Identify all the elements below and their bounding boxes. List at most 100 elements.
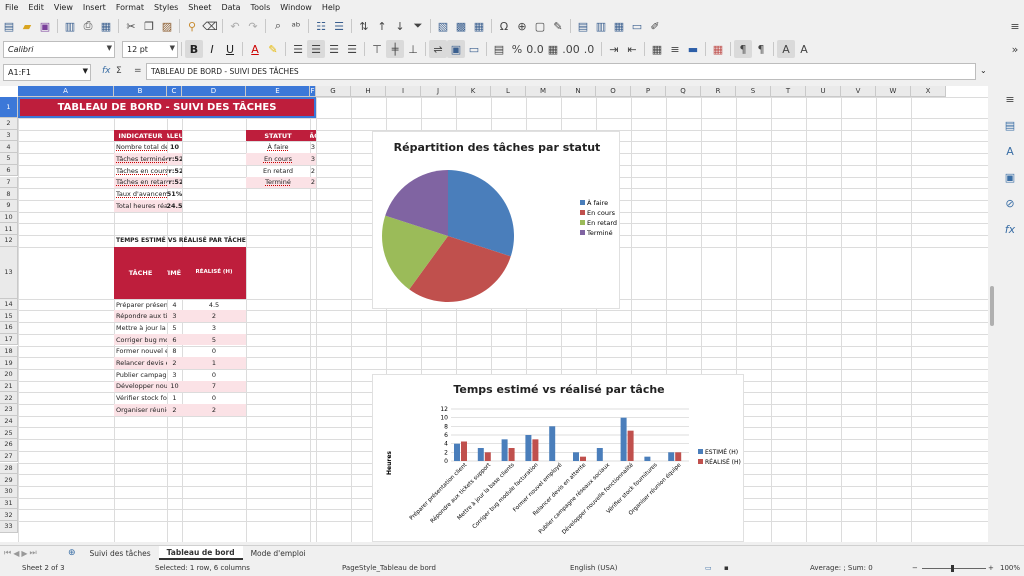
- text-ltr-icon[interactable]: ¶: [734, 40, 752, 58]
- row-header[interactable]: 10: [0, 211, 18, 224]
- row-header[interactable]: 28: [0, 462, 18, 475]
- zoom-out-icon[interactable]: −: [912, 564, 918, 572]
- task-name[interactable]: Répondre aux tickets support: [114, 310, 167, 323]
- delete-decimal-icon[interactable]: .0: [580, 40, 598, 58]
- task-name[interactable]: Former nouvel employé: [114, 346, 167, 358]
- tab-tableau-de-bord[interactable]: Tableau de bord: [158, 546, 243, 560]
- row-header[interactable]: 5: [0, 153, 18, 165]
- status-value[interactable]: 2: [310, 176, 316, 189]
- justify-icon[interactable]: ☰: [343, 40, 361, 58]
- bar[interactable]: [644, 456, 651, 461]
- column-header[interactable]: K: [456, 86, 491, 97]
- styles-icon[interactable]: A: [1001, 142, 1019, 160]
- menu-item[interactable]: Format: [111, 3, 149, 12]
- kpi-value[interactable]: Err:522: [167, 176, 182, 189]
- row-header[interactable]: 20: [0, 368, 18, 381]
- bar[interactable]: [573, 452, 579, 461]
- kpi-value[interactable]: 10: [167, 141, 182, 153]
- task-name[interactable]: Mettre à jour la base clients: [114, 322, 167, 334]
- clone-formatting-icon[interactable]: ⚲: [183, 17, 201, 35]
- font-name-combo[interactable]: Calibri ▼: [3, 40, 115, 58]
- row-header[interactable]: 13: [0, 246, 18, 299]
- row-header[interactable]: 16: [0, 322, 18, 334]
- row-header[interactable]: 29: [0, 474, 18, 486]
- text-rtl-icon[interactable]: ¶: [752, 40, 770, 58]
- menu-item[interactable]: File: [0, 3, 23, 12]
- copy-icon[interactable]: ❐: [140, 17, 158, 35]
- task-actual[interactable]: 2: [182, 404, 246, 416]
- last-sheet-icon[interactable]: ⏭: [30, 548, 37, 558]
- task-estimate[interactable]: 3: [167, 369, 182, 381]
- find-replace-icon[interactable]: ⌕: [269, 17, 287, 35]
- task-estimate[interactable]: 4: [167, 299, 182, 311]
- font-size-combo[interactable]: 12 pt ▼: [122, 40, 178, 58]
- status-value[interactable]: 3: [310, 141, 316, 153]
- task-actual[interactable]: 1: [182, 357, 246, 369]
- define-print-area-icon[interactable]: ▥: [592, 17, 610, 35]
- task-name[interactable]: Relancer devis en attente: [114, 357, 167, 369]
- column-header[interactable]: U: [806, 86, 841, 97]
- menu-item[interactable]: Tools: [246, 3, 276, 12]
- language[interactable]: English (USA): [570, 564, 617, 572]
- menu-item[interactable]: Help: [317, 3, 345, 12]
- task-estimate[interactable]: 2: [167, 357, 182, 369]
- kpi-label[interactable]: Taux d'avancement moyen: [114, 188, 167, 200]
- export-pdf-icon[interactable]: ▥: [61, 17, 79, 35]
- task-name[interactable]: Vérifier stock fournitures: [114, 392, 167, 404]
- row-header[interactable]: 33: [0, 521, 18, 533]
- percent-format-icon[interactable]: %: [508, 40, 526, 58]
- spelling-icon[interactable]: ᵃᵇ: [287, 17, 305, 35]
- column-header[interactable]: X: [911, 86, 946, 97]
- column-header[interactable]: L: [491, 86, 526, 97]
- row-header[interactable]: 17: [0, 333, 18, 346]
- add-sheet-icon[interactable]: ⊕: [62, 548, 82, 558]
- row-header[interactable]: 23: [0, 404, 18, 416]
- kpi-value[interactable]: 24.5: [167, 199, 182, 212]
- sort-ascending-icon[interactable]: ↑: [373, 17, 391, 35]
- open-folder-icon[interactable]: ▰: [18, 17, 36, 35]
- kpi-label[interactable]: Tâches en retard: [114, 176, 167, 189]
- column-header[interactable]: Q: [666, 86, 701, 97]
- first-sheet-icon[interactable]: ⏮: [4, 548, 11, 558]
- scroll-thumb[interactable]: [990, 286, 994, 326]
- menu-item[interactable]: Insert: [78, 3, 111, 12]
- column-header[interactable]: I: [386, 86, 421, 97]
- save-icon[interactable]: ▣: [36, 17, 54, 35]
- time-header[interactable]: ESTIMÉ (H): [167, 246, 182, 299]
- selection-mode-icon[interactable]: ▭: [705, 564, 712, 572]
- borders-icon[interactable]: ▦: [648, 40, 666, 58]
- bar[interactable]: [627, 430, 634, 461]
- kpi-value[interactable]: 51%: [167, 188, 182, 200]
- task-estimate[interactable]: 6: [167, 333, 182, 346]
- row-icon[interactable]: ☷: [312, 17, 330, 35]
- split-window-icon[interactable]: ▭: [628, 17, 646, 35]
- navigator-icon[interactable]: ⊘: [1001, 194, 1019, 212]
- bar[interactable]: [675, 452, 682, 461]
- bar[interactable]: [580, 456, 586, 461]
- column-header[interactable]: O: [596, 86, 631, 97]
- row-header[interactable]: 12: [0, 235, 18, 247]
- pivot-table-icon[interactable]: ▦: [470, 17, 488, 35]
- currency-format-icon[interactable]: ▤: [490, 40, 508, 58]
- status-label[interactable]: Terminé: [246, 176, 310, 189]
- conditional-format-icon[interactable]: ▦: [709, 40, 727, 58]
- status-header[interactable]: STATUT: [246, 129, 310, 142]
- text-vertical-icon[interactable]: A: [777, 40, 795, 58]
- italic-icon[interactable]: I: [203, 40, 221, 58]
- function-wizard-icon[interactable]: fx: [102, 66, 111, 76]
- column-header[interactable]: M: [526, 86, 561, 97]
- row-header[interactable]: 6: [0, 164, 18, 177]
- task-name[interactable]: Préparer présentation client: [114, 299, 167, 311]
- autofilter-icon[interactable]: ⏷: [409, 17, 427, 35]
- row-header[interactable]: 25: [0, 427, 18, 440]
- track-changes-icon[interactable]: ✎: [549, 17, 567, 35]
- functions-icon[interactable]: fx: [1001, 220, 1019, 238]
- formula-icon[interactable]: =: [134, 66, 142, 76]
- row-header[interactable]: 11: [0, 223, 18, 235]
- column-header[interactable]: G: [316, 86, 351, 97]
- task-name[interactable]: Corriger bug module facturation: [114, 333, 167, 346]
- properties-icon[interactable]: ▤: [1001, 116, 1019, 134]
- highlight-color-icon[interactable]: ✎: [264, 40, 282, 58]
- task-estimate[interactable]: 3: [167, 310, 182, 323]
- menu-icon[interactable]: ≡: [1001, 90, 1019, 108]
